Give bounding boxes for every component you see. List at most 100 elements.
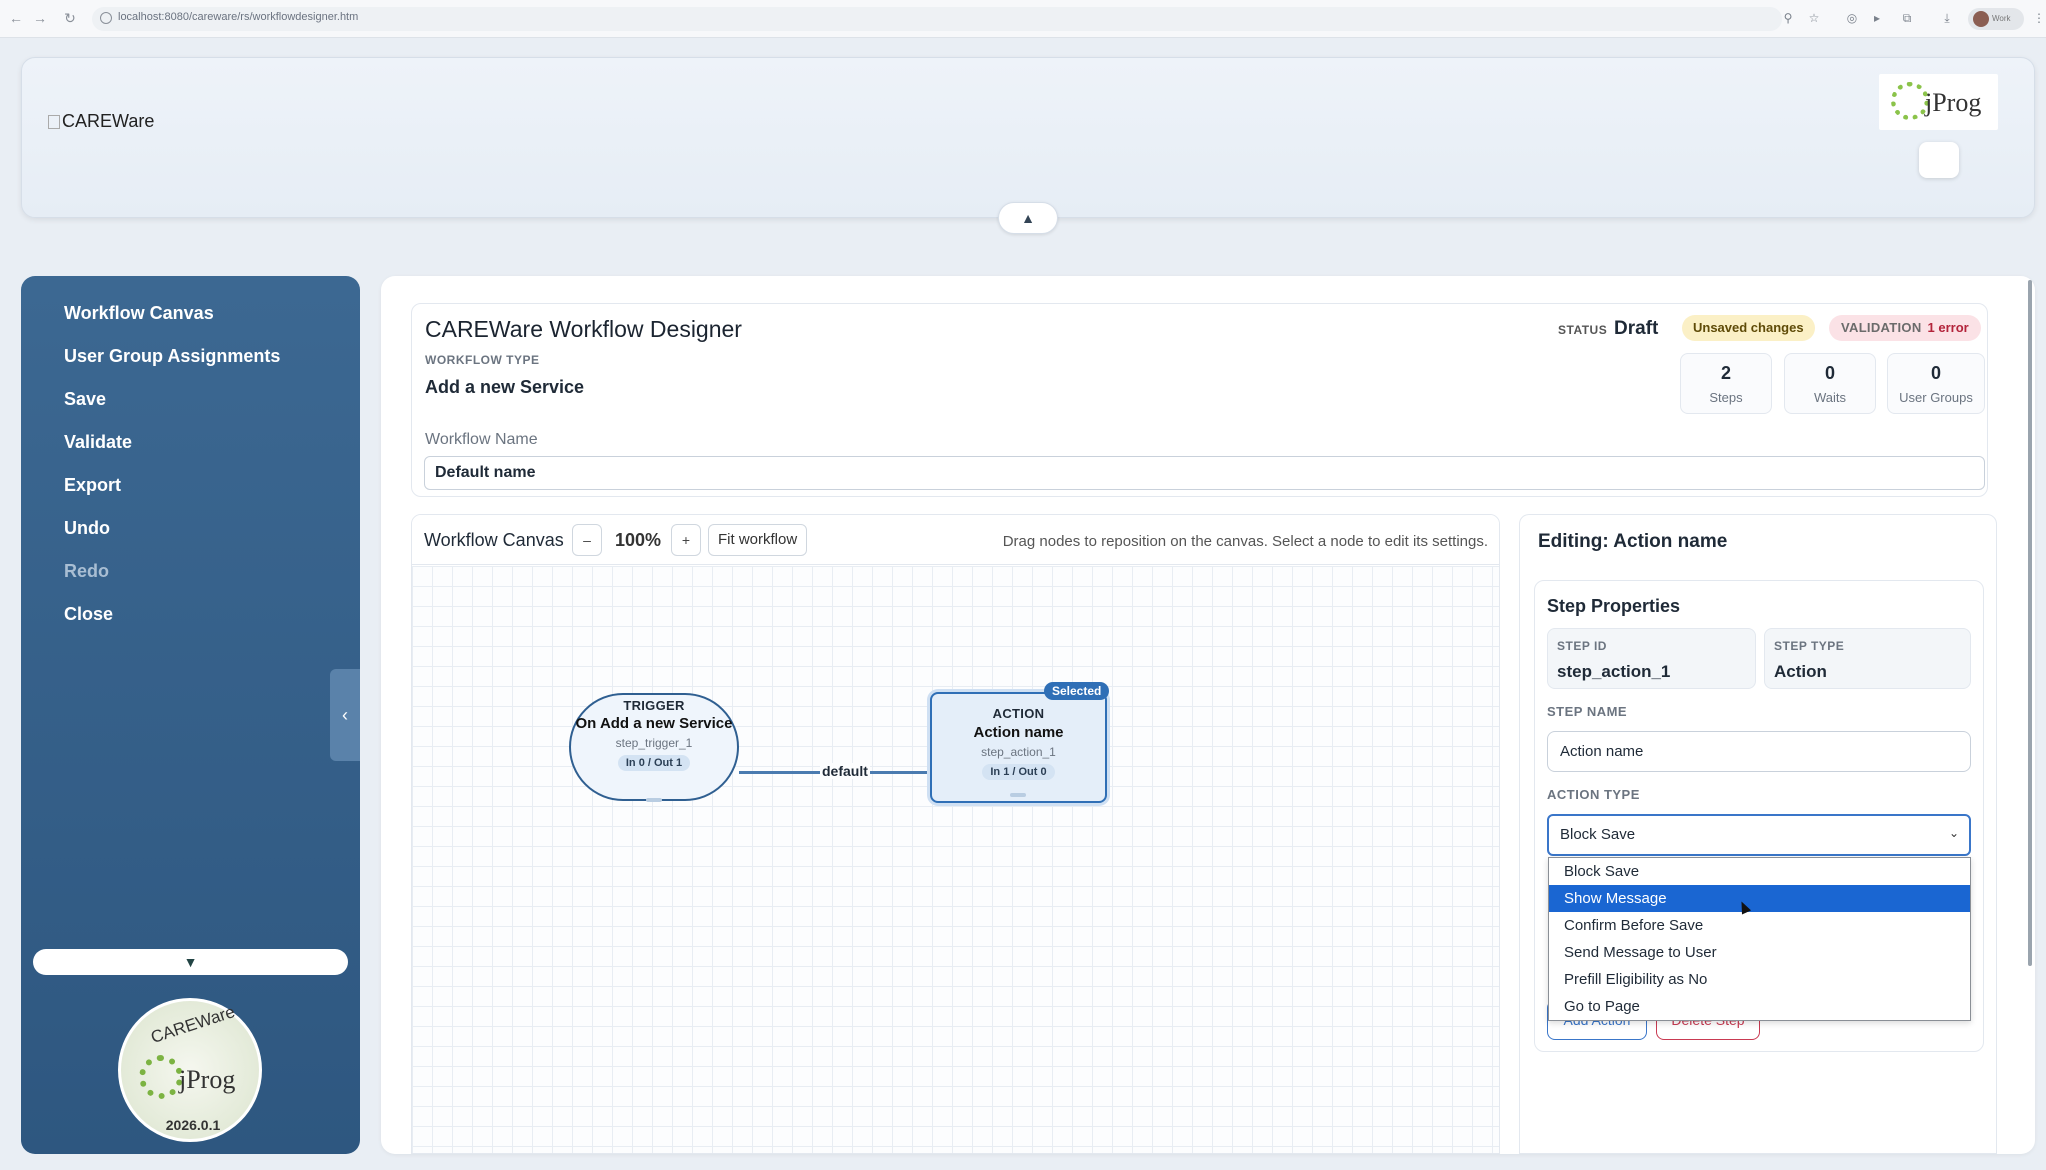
action-node-id: step_action_1 xyxy=(981,745,1056,759)
page-title: CAREWare Workflow Designer xyxy=(425,316,742,342)
action-type-label: ACTION TYPE xyxy=(1547,787,1640,802)
action-type-select[interactable]: Block Save ⌄ xyxy=(1547,814,1971,856)
stat-steps-label: Steps xyxy=(1709,390,1743,405)
validation-label: VALIDATION xyxy=(1841,320,1922,335)
seal-ring-icon xyxy=(139,1055,183,1099)
selected-badge: Selected xyxy=(1044,682,1110,700)
reload-icon[interactable]: ↻ xyxy=(60,8,80,28)
trigger-out-port[interactable] xyxy=(646,798,662,802)
forward-icon[interactable]: → xyxy=(30,8,50,28)
back-icon[interactable]: ← xyxy=(6,8,26,28)
stat-waits-label: Waits xyxy=(1813,390,1847,405)
step-type-value: Action xyxy=(1774,662,1827,681)
trigger-node-io: In 0 / Out 1 xyxy=(617,755,691,771)
action-out-port[interactable] xyxy=(1010,793,1026,797)
chevron-down-icon: ⌄ xyxy=(1948,826,1959,840)
action-type-dropdown: Block Save Show Message Confirm Before S… xyxy=(1548,857,1971,1021)
stat-waits-value: 0 xyxy=(1824,363,1835,383)
workflow-type-value: Add a new Service xyxy=(425,377,585,397)
jprog-ring-icon xyxy=(1891,82,1929,120)
canvas-grid[interactable]: default TRIGGER On Add a new Service ste… xyxy=(412,566,1499,1153)
stat-steps: 2 Steps xyxy=(1680,353,1772,414)
sidebar-collapse-button[interactable]: ‹ xyxy=(330,669,360,761)
extension-icon[interactable]: ◎ xyxy=(1843,9,1861,27)
sidebar-item-validate[interactable]: Validate xyxy=(64,432,132,453)
profile-label: Work xyxy=(1992,14,2011,23)
step-id-value: step_action_1 xyxy=(1557,662,1671,681)
trigger-node-name: On Add a new Service xyxy=(575,715,733,732)
stat-waits: 0 Waits xyxy=(1784,353,1876,414)
action-node-kind: ACTION xyxy=(992,706,1045,721)
sidebar-item-undo[interactable]: Undo xyxy=(64,518,110,539)
action-type-selected-value: Block Save xyxy=(1560,826,1636,843)
broken-image-icon xyxy=(48,115,60,129)
url-text[interactable]: localhost:8080/careware/rs/workflowdesig… xyxy=(118,11,358,23)
zoom-icon[interactable]: ⚲ xyxy=(1779,9,1797,27)
dropdown-option[interactable]: Block Save xyxy=(1549,858,1970,885)
action-node[interactable]: ACTION Action name step_action_1 In 1 / … xyxy=(930,692,1107,803)
download-icon[interactable]: ⤓ xyxy=(1938,9,1956,27)
trigger-node-id: step_trigger_1 xyxy=(615,736,693,750)
menu-kebab-icon[interactable]: ⋮ xyxy=(2030,9,2046,27)
step-name-label: STEP NAME xyxy=(1547,704,1628,719)
zoom-in-button[interactable]: + xyxy=(671,524,701,556)
action-node-name: Action name xyxy=(973,724,1064,741)
dropdown-option[interactable]: Confirm Before Save xyxy=(1549,912,1970,939)
step-type-box: STEP TYPE Action xyxy=(1764,628,1971,689)
sidebar-scroll-down-button[interactable]: ▼ xyxy=(33,949,348,975)
sidebar-item-redo[interactable]: Redo xyxy=(64,561,109,582)
canvas-hint: Drag nodes to reposition on the canvas. … xyxy=(1002,533,1488,550)
media-icon[interactable]: ▸ xyxy=(1868,9,1886,27)
canvas-toolbar: Workflow Canvas – 100% + Fit workflow Dr… xyxy=(412,515,1499,565)
sidebar-item-user-group-assignments[interactable]: User Group Assignments xyxy=(64,346,280,367)
app-header xyxy=(21,57,2035,218)
stat-user-groups: 0 User Groups xyxy=(1887,353,1985,414)
stat-user-groups-value: 0 xyxy=(1930,363,1941,383)
zoom-out-button[interactable]: – xyxy=(572,524,602,556)
step-id-label: STEP ID xyxy=(1557,639,1607,653)
sidebar-item-save[interactable]: Save xyxy=(64,389,106,410)
puzzle-icon[interactable]: ⧉ xyxy=(1898,9,1916,27)
page-scrollbar[interactable] xyxy=(2028,280,2032,966)
collapse-header-button[interactable]: ▲ xyxy=(998,202,1058,234)
bookmark-star-icon[interactable]: ☆ xyxy=(1805,9,1823,27)
stat-user-groups-label: User Groups xyxy=(1899,390,1973,405)
logo-alt-text: CAREWare xyxy=(62,111,155,131)
step-type-label: STEP TYPE xyxy=(1774,639,1845,653)
dropdown-option-highlighted[interactable]: Show Message xyxy=(1549,885,1970,912)
dropdown-option[interactable]: Go to Page xyxy=(1549,993,1970,1020)
header-user-button[interactable] xyxy=(1919,142,1959,178)
workflow-name-input[interactable]: Default name xyxy=(424,456,1985,490)
sidebar-item-export[interactable]: Export xyxy=(64,475,121,496)
fit-workflow-button[interactable]: Fit workflow xyxy=(708,524,808,556)
browser-toolbar: ← → ↻ localhost:8080/careware/rs/workflo… xyxy=(0,0,2046,38)
trigger-node-kind: TRIGGER xyxy=(623,698,685,713)
seal-version: 2026.0.1 xyxy=(165,1117,221,1133)
validation-error-count: 1 error xyxy=(1927,320,1969,335)
sidebar-item-close[interactable]: Close xyxy=(64,604,113,625)
avatar xyxy=(1973,11,1989,27)
status-label: STATUS xyxy=(1558,323,1608,337)
jprog-logo-text: jProg xyxy=(1925,88,1982,117)
status-value: Draft xyxy=(1614,318,1659,339)
workflow-name-label: Workflow Name xyxy=(425,431,538,448)
zoom-level: 100% xyxy=(615,530,662,550)
dropdown-option[interactable]: Prefill Eligibility as No xyxy=(1549,966,1970,993)
seal-mid-text: jProg xyxy=(179,1065,236,1094)
workflow-canvas-panel: Workflow Canvas – 100% + Fit workflow Dr… xyxy=(411,514,1500,1154)
workflow-type-label: WORKFLOW TYPE xyxy=(425,353,540,367)
step-id-box: STEP ID step_action_1 xyxy=(1547,628,1756,689)
site-info-icon[interactable] xyxy=(100,12,112,24)
sidebar-item-workflow-canvas[interactable]: Workflow Canvas xyxy=(64,303,214,324)
careware-seal-logo: CAREWare jProg 2026.0.1 xyxy=(118,998,262,1142)
step-name-input[interactable]: Action name xyxy=(1547,731,1971,772)
editing-title: Editing: Action name xyxy=(1538,531,1728,552)
trigger-node[interactable]: TRIGGER On Add a new Service step_trigge… xyxy=(569,693,739,801)
edge-label: default xyxy=(820,763,870,779)
action-node-io: In 1 / Out 0 xyxy=(982,764,1055,780)
jprog-logo: jProg xyxy=(1879,74,1998,130)
canvas-title: Workflow Canvas xyxy=(424,530,564,550)
careware-logo: CAREWare xyxy=(48,111,154,132)
dropdown-option[interactable]: Send Message to User xyxy=(1549,939,1970,966)
validation-badge[interactable]: VALIDATION 1 error xyxy=(1829,315,1981,341)
